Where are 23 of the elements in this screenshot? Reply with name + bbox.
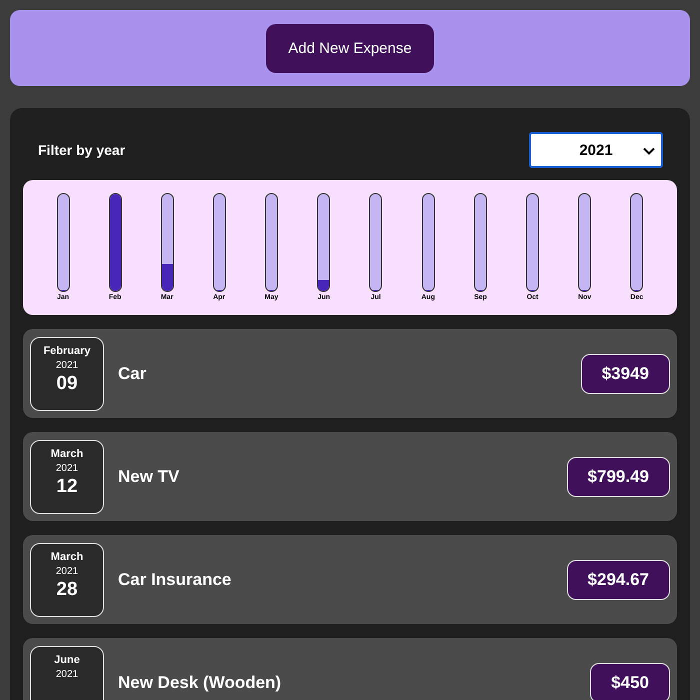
expense-amount: $450 [590,662,670,700]
year-select[interactable]: 2021 [529,132,663,168]
date-year: 2021 [56,462,78,474]
date-month: June [54,654,80,666]
filter-label: Filter by year [38,142,126,158]
date-day: 28 [56,578,78,600]
chevron-down-icon [643,147,655,155]
date-day: 09 [56,372,78,394]
date-year: 2021 [56,360,78,370]
add-expense-button[interactable]: Add New Expense [266,24,434,72]
expense-title: New TV [118,466,180,486]
date-day: 12 [56,476,78,498]
expense-title: Car Insurance [118,570,232,590]
date-year: 2021 [56,668,78,680]
expense-amount: $799.49 [566,456,670,496]
date-month: February [43,344,91,356]
expense-title: New Desk (Wooden) [118,672,282,692]
date-month: March [50,550,84,562]
expense-amount: $3949 [580,354,670,394]
date-year: 2021 [56,566,78,576]
expense-title: Car [118,364,148,384]
expense-amount: $294.67 [566,560,670,600]
date-month: March [50,448,84,460]
